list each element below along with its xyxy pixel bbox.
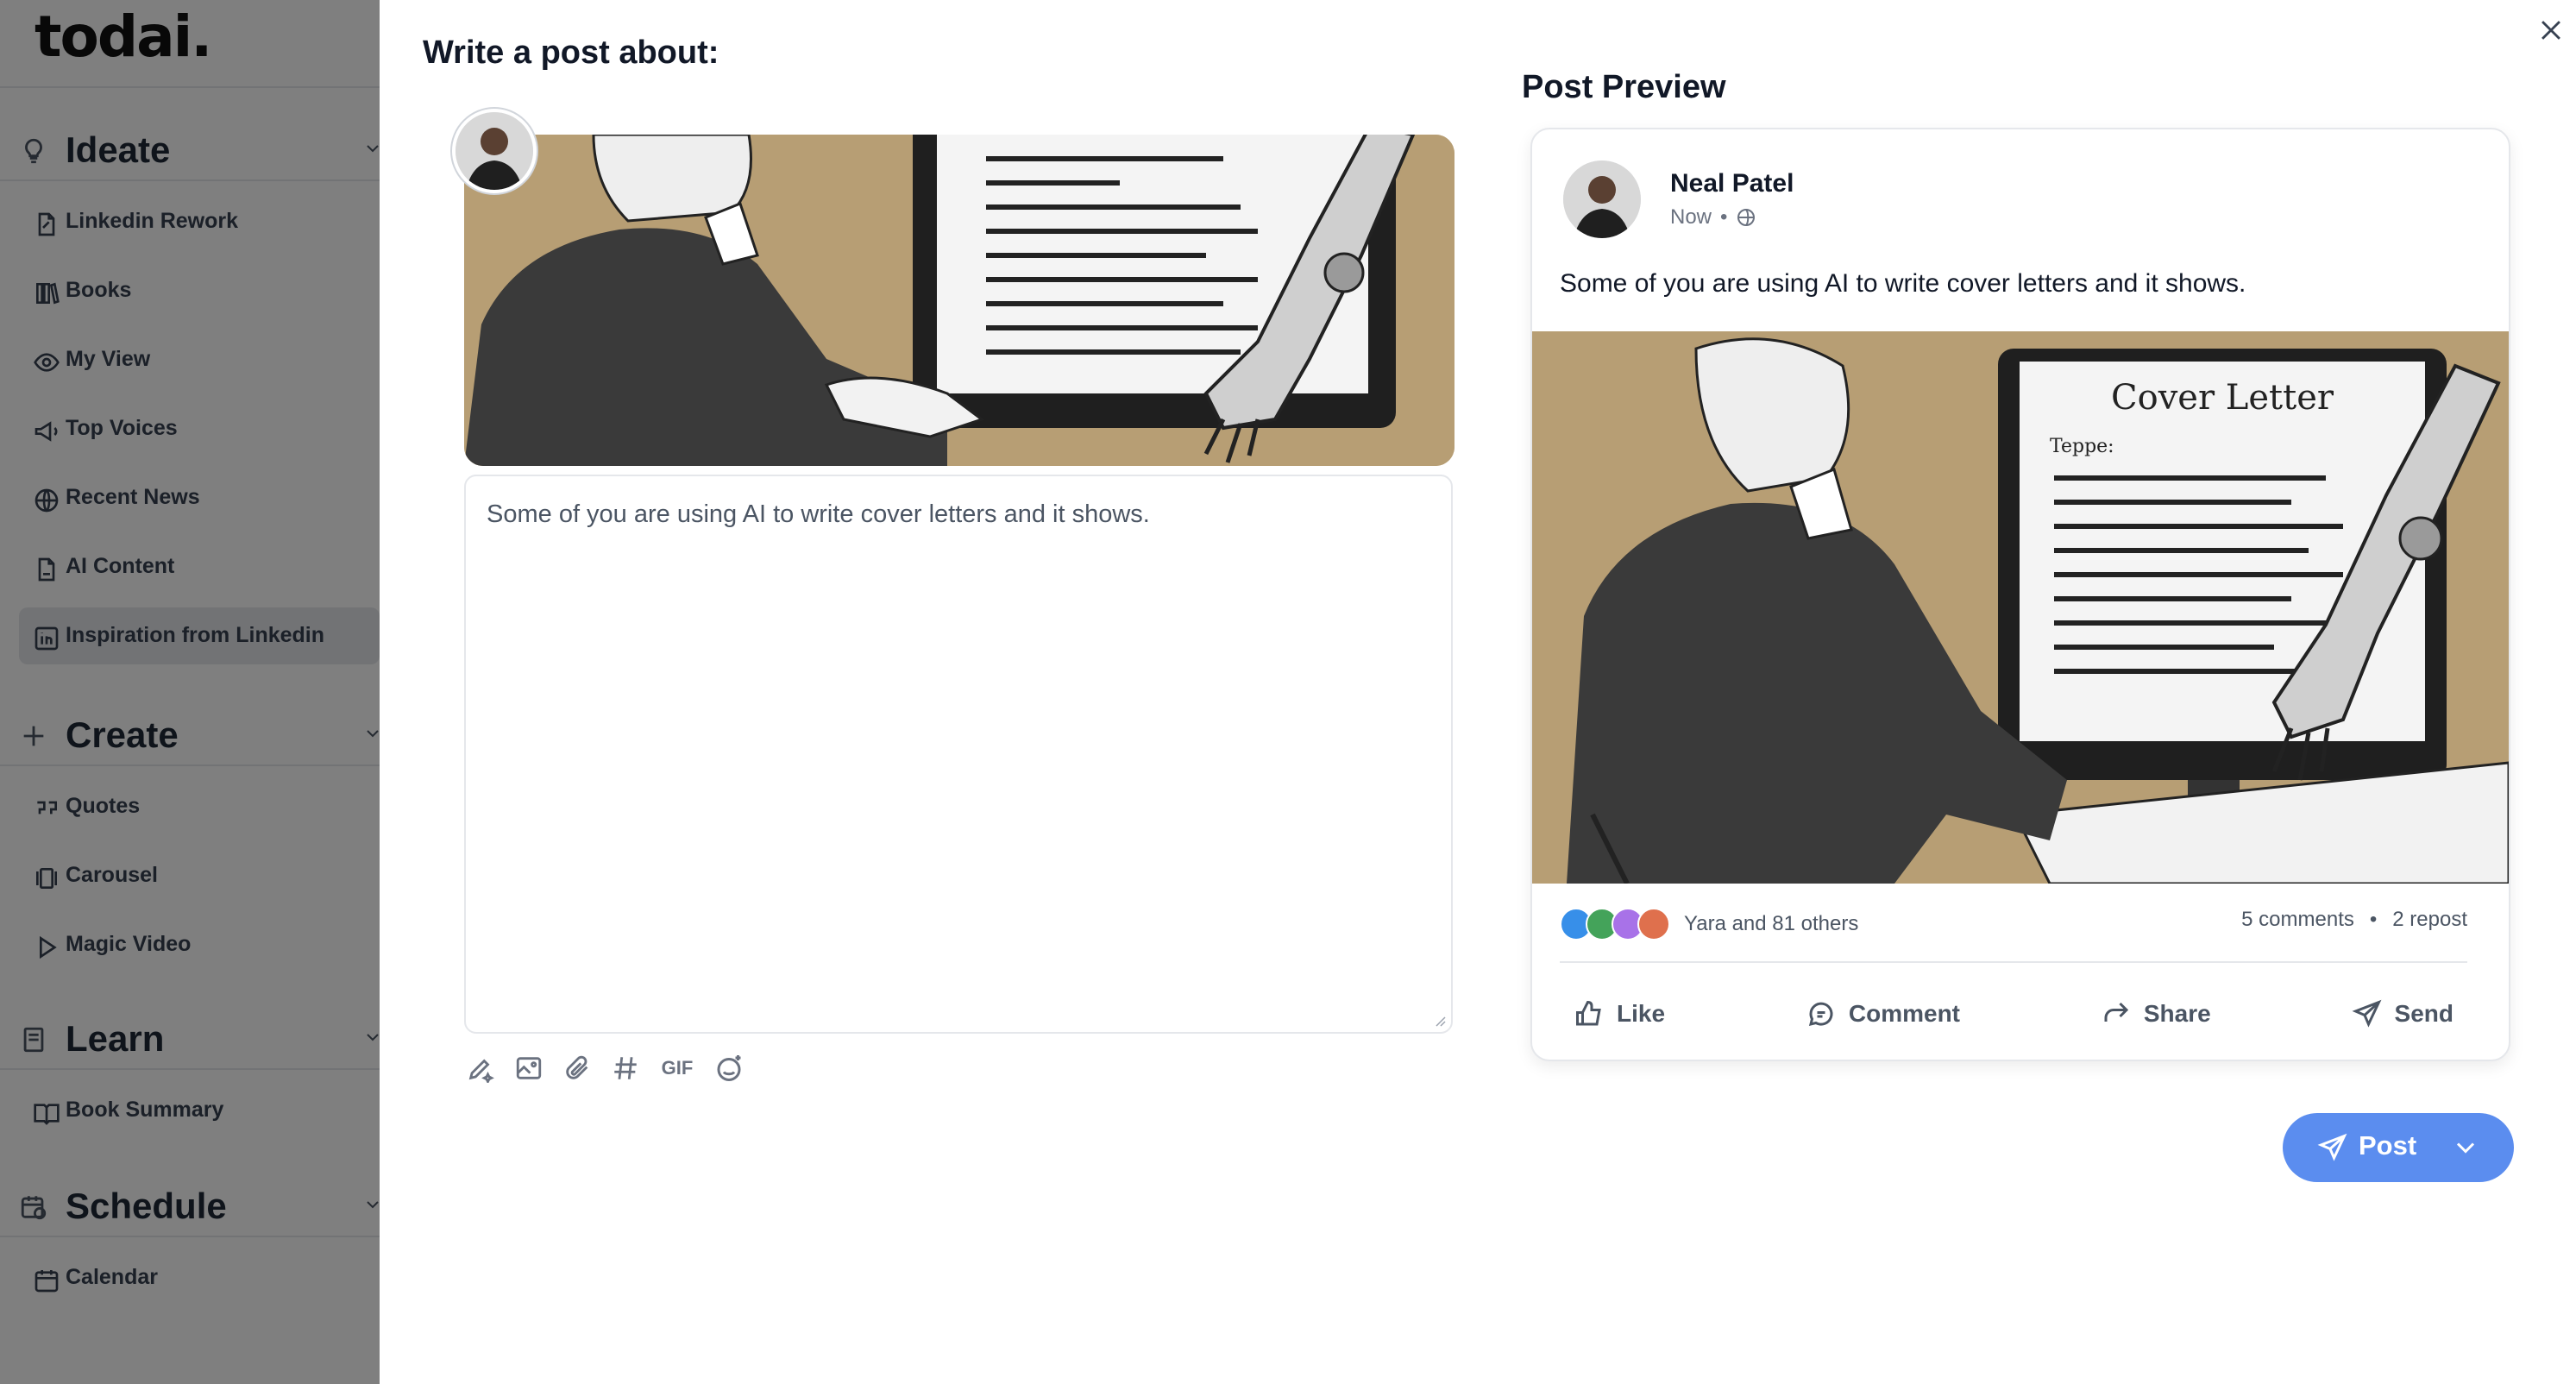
comment-button[interactable]: Comment: [1792, 998, 1974, 1029]
comment-icon: [1808, 1002, 1833, 1027]
like-button[interactable]: Like: [1560, 998, 1679, 1029]
preview-avatar: [1563, 160, 1641, 238]
avatar-image: [1563, 160, 1641, 238]
engagement-stats: 5 comments • 2 repost: [2241, 908, 2467, 932]
reactions-text: Yara and 81 others: [1684, 912, 1859, 935]
comment-label: Comment: [1848, 1000, 1960, 1027]
preview-author-name: Neal Patel: [1670, 169, 1794, 198]
like-label: Like: [1617, 1000, 1666, 1027]
post-actions: Like Comment Share Send: [1560, 984, 2467, 1044]
hashtag-button[interactable]: [609, 1052, 642, 1085]
post-button[interactable]: Post: [2283, 1113, 2514, 1182]
editor-toolbar: GIF: [464, 1049, 745, 1087]
share-button[interactable]: Share: [2087, 998, 2225, 1029]
ai-rewrite-button[interactable]: [464, 1052, 497, 1085]
send-label: Send: [2394, 1000, 2453, 1027]
emoji-button[interactable]: [713, 1052, 745, 1085]
emoji-add-icon: [717, 1055, 741, 1081]
reactions-summary[interactable]: Yara and 81 others: [1560, 908, 1858, 940]
timestamp-text: Now: [1670, 205, 1712, 229]
hashtag-icon: [614, 1057, 637, 1079]
pencil-sparkle-icon: [468, 1059, 494, 1083]
send-icon: [2352, 999, 2381, 1028]
separator-dot: •: [1720, 205, 1728, 229]
preview-image: Cover Letter Teppe:: [1532, 331, 2509, 884]
share-label: Share: [2143, 1000, 2211, 1027]
send-button[interactable]: Send: [2338, 998, 2467, 1029]
globe-icon: [1737, 209, 1756, 226]
close-icon[interactable]: [2536, 16, 2566, 45]
resize-handle-icon[interactable]: [1432, 1013, 1446, 1027]
preview-timestamp: Now •: [1670, 205, 1756, 230]
author-avatar: [452, 109, 537, 193]
illustration-image: [464, 135, 1454, 466]
attach-button[interactable]: [561, 1052, 594, 1085]
modal-heading: Write a post about:: [423, 35, 719, 71]
repost-count[interactable]: 2 repost: [2392, 908, 2467, 932]
card-divider: [1560, 961, 2467, 963]
gif-button[interactable]: GIF: [657, 1052, 697, 1085]
post-image[interactable]: [464, 135, 1454, 466]
preview-heading: Post Preview: [1522, 69, 1726, 105]
avatar-image: [456, 112, 533, 190]
preview-post-text: Some of you are using AI to write cover …: [1560, 269, 2246, 298]
modal-backdrop[interactable]: [0, 0, 380, 1384]
cover-letter-subtext: Teppe:: [2050, 436, 2114, 457]
separator-dot: •: [2369, 908, 2378, 931]
ai-image-button[interactable]: [512, 1052, 545, 1085]
paperclip-icon: [566, 1055, 588, 1079]
send-icon: [2317, 1133, 2347, 1161]
ai-image-icon: [516, 1057, 542, 1079]
editor-text: Some of you are using AI to write cover …: [487, 500, 1150, 528]
love-reaction-icon: [1637, 908, 1670, 940]
chevron-down-icon[interactable]: [2450, 1132, 2481, 1163]
thumbs-up-icon: [1576, 1000, 1601, 1026]
comments-count[interactable]: 5 comments: [2241, 908, 2354, 932]
cover-letter-heading: Cover Letter: [2111, 378, 2334, 418]
post-text-editor[interactable]: Some of you are using AI to write cover …: [464, 475, 1453, 1034]
share-arrow-icon: [2104, 1002, 2128, 1022]
illustration-image: Cover Letter Teppe:: [1532, 331, 2509, 884]
post-button-label: Post: [2359, 1130, 2417, 1161]
post-preview-card: Neal Patel Now • Some of you are using A…: [1530, 128, 2510, 1061]
sidebar: todai. Ideate Linkedin Rework Books My V…: [0, 0, 380, 1384]
